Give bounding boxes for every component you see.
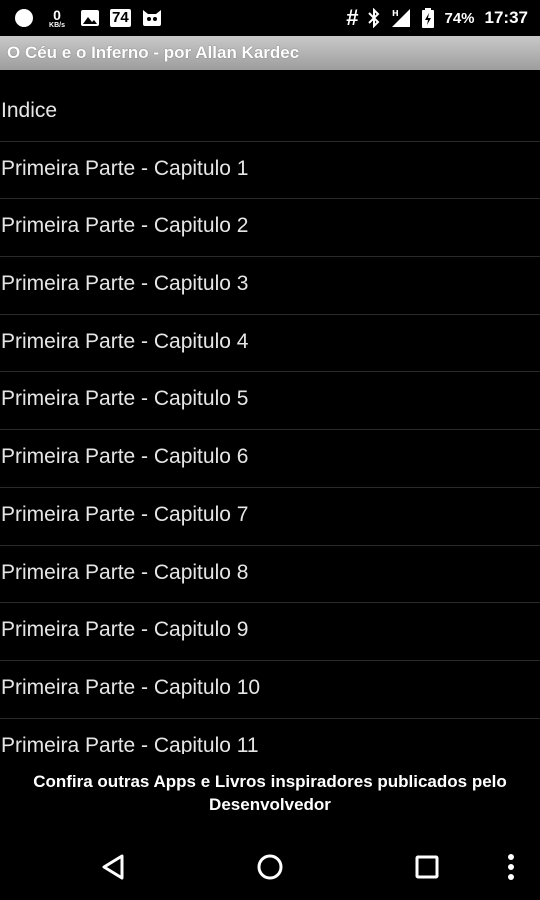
battery-percent: 74% <box>444 9 475 27</box>
app-title: O Céu e o Inferno - por Allan Kardec <box>7 43 300 62</box>
image-icon <box>80 9 100 27</box>
status-bar-right: # H 74% 17:37 <box>346 7 528 29</box>
status-bar-left: 0 KB/s 74 <box>14 8 163 29</box>
list-item-capitulo-11[interactable]: Primeira Parte - Capitulo 11 <box>0 719 540 754</box>
overflow-menu-button[interactable] <box>494 852 528 886</box>
list-item-indice[interactable]: Indice <box>0 84 540 142</box>
list-item-capitulo-6[interactable]: Primeira Parte - Capitulo 6 <box>0 430 540 488</box>
back-button[interactable] <box>96 852 130 886</box>
status-bar: 0 KB/s 74 # H 74% 17:37 <box>0 0 540 36</box>
developer-apps-banner[interactable]: Confira outras Apps e Livros inspiradore… <box>0 758 540 838</box>
list-item-capitulo-5[interactable]: Primeira Parte - Capitulo 5 <box>0 372 540 431</box>
app-title-bar: O Céu e o Inferno - por Allan Kardec <box>0 36 540 70</box>
list-item-capitulo-10[interactable]: Primeira Parte - Capitulo 10 <box>0 661 540 719</box>
network-speed-unit: KB/s <box>49 21 65 29</box>
list-item-capitulo-8[interactable]: Primeira Parte - Capitulo 8 <box>0 546 540 604</box>
list-item-capitulo-3[interactable]: Primeira Parte - Capitulo 3 <box>0 257 540 315</box>
list-item-capitulo-1[interactable]: Primeira Parte - Capitulo 1 <box>0 142 540 200</box>
back-icon <box>100 853 126 886</box>
cat-icon <box>141 9 163 27</box>
badge-icon: 74 <box>110 9 131 27</box>
list-item-capitulo-4[interactable]: Primeira Parte - Capitulo 4 <box>0 315 540 373</box>
list-item-capitulo-9[interactable]: Primeira Parte - Capitulo 9 <box>0 603 540 661</box>
network-speed-value: 0 <box>53 6 61 23</box>
clock: 17:37 <box>484 8 528 27</box>
navigation-bar <box>0 838 540 900</box>
svg-text:H: H <box>392 9 399 18</box>
signal-icon: H <box>390 8 412 28</box>
battery-icon <box>422 8 435 28</box>
chapter-list[interactable]: Indice Primeira Parte - Capitulo 1 Prime… <box>0 84 540 754</box>
recents-button[interactable] <box>410 852 444 886</box>
overflow-menu-icon <box>507 853 515 886</box>
bluetooth-icon <box>368 8 380 28</box>
recents-icon <box>414 854 440 885</box>
hash-icon: # <box>346 5 359 30</box>
circle-notification-icon <box>14 8 34 28</box>
home-button[interactable] <box>253 852 287 886</box>
home-icon <box>256 853 284 886</box>
list-item-capitulo-2[interactable]: Primeira Parte - Capitulo 2 <box>0 199 540 258</box>
network-speed-icon: 0 KB/s <box>44 8 70 29</box>
list-item-capitulo-7[interactable]: Primeira Parte - Capitulo 7 <box>0 488 540 546</box>
